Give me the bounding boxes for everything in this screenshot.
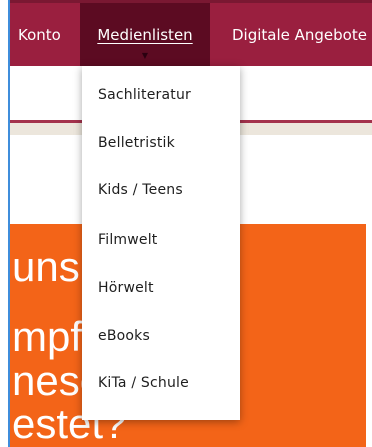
menu-item-sachliteratur[interactable]: Sachliteratur (98, 87, 191, 103)
hero-text-line-2: mpf (12, 313, 83, 360)
menu-item-kids-teens[interactable]: Kids / Teens (98, 182, 183, 198)
menu-item-filmwelt[interactable]: Filmwelt (98, 232, 158, 248)
hero-text-line-1: uns (12, 243, 80, 290)
nav-item-digitale-angebote-label: Digitale Angebote (232, 25, 367, 44)
menu-item-belletristik[interactable]: Belletristik (98, 135, 175, 151)
browser-viewport: Konto Medienlisten ▼ Digitale Angebote u… (0, 0, 372, 447)
medienlisten-dropdown-menu: Sachliteratur Belletristik Kids / Teens … (82, 66, 240, 420)
nav-item-digitale-angebote[interactable]: Digitale Angebote (210, 3, 367, 66)
menu-item-kita-schule[interactable]: KiTa / Schule (98, 375, 189, 391)
menu-item-hoerwelt[interactable]: Hörwelt (98, 280, 154, 296)
nav-item-medienlisten-label: Medienlisten (97, 25, 193, 44)
nav-item-konto-label: Konto (18, 25, 61, 44)
caret-down-icon: ▼ (141, 51, 149, 60)
menu-item-ebooks[interactable]: eBooks (98, 328, 150, 344)
nav-item-konto[interactable]: Konto (10, 3, 80, 66)
nav-item-medienlisten[interactable]: Medienlisten ▼ (80, 3, 210, 66)
main-navigation: Konto Medienlisten ▼ Digitale Angebote (10, 3, 372, 66)
